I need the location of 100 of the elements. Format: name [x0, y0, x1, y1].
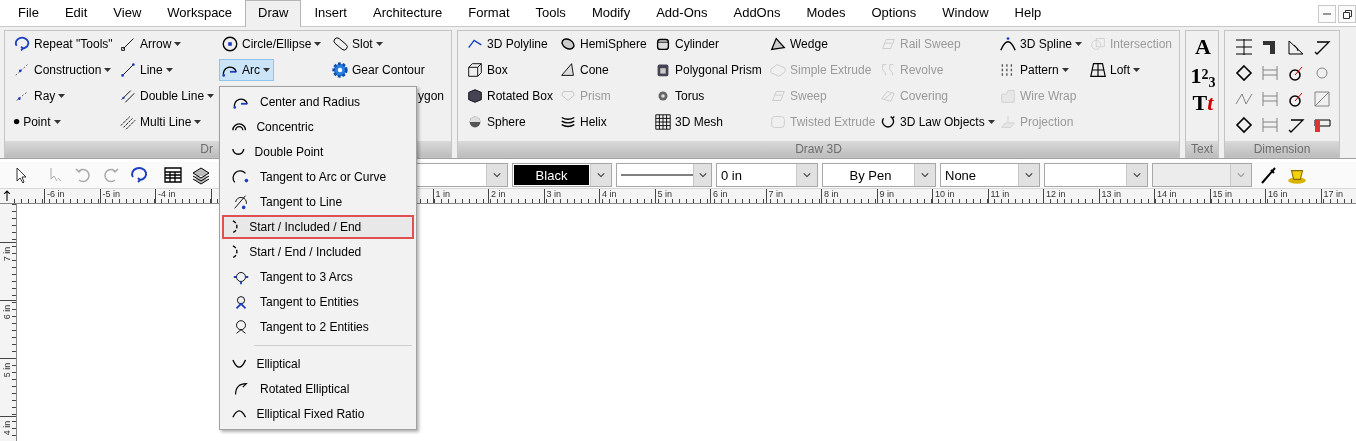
caret-icon	[207, 94, 215, 98]
ribbon-tool-button[interactable]: Helix	[557, 111, 611, 133]
ribbon-tool-button[interactable]: HemiSphere	[557, 33, 651, 55]
menu-tab[interactable]: Modes	[793, 0, 859, 26]
caret-icon	[1133, 68, 1140, 72]
ribbon-tool-button[interactable]: Arrow	[117, 33, 186, 55]
slot-icon	[331, 35, 349, 53]
ribbon-tool-button[interactable]: Wedge	[767, 33, 832, 55]
ribbon-tool-button[interactable]: Construction	[11, 59, 116, 81]
restore-button[interactable]	[1338, 5, 1356, 23]
pencil-icon	[1259, 165, 1279, 185]
ribbon-tool-button[interactable]: Slot	[329, 33, 387, 55]
text-tool-button[interactable]: A	[1195, 35, 1211, 59]
ruler-label: 14 in	[1157, 189, 1177, 199]
dropdown-field[interactable]: By Pen	[822, 163, 936, 187]
ribbon-tool-button[interactable]: Gear Contour	[329, 59, 429, 81]
ribbon-tool-button[interactable]: Double Line	[117, 85, 219, 107]
ruler-label: 4 in	[2, 419, 12, 438]
menu-item[interactable]: Elliptical	[222, 352, 414, 376]
ribbon-tool-button[interactable]: Box	[464, 59, 512, 81]
menu-item[interactable]: Tangent to 2 Entities	[222, 315, 414, 339]
ruler-label: 6 in	[713, 189, 728, 199]
ribbon-tool-button[interactable]: Loft	[1087, 59, 1144, 81]
menu-item[interactable]: Rotated Elliptical	[222, 377, 414, 401]
repeat-icon	[129, 165, 149, 185]
menu-tab[interactable]: File	[5, 0, 52, 26]
caret-icon	[263, 68, 270, 72]
menu-tab[interactable]: Architecture	[359, 0, 456, 26]
menu-tab[interactable]: AddOns	[720, 0, 794, 26]
ribbon-tool-button[interactable]: Cone	[557, 59, 613, 81]
menu-tab[interactable]: Format	[455, 0, 523, 26]
menu-item[interactable]: Start / End / Included	[222, 240, 414, 264]
dropdown-field[interactable]: None	[940, 163, 1040, 187]
menu-item[interactable]: Center and Radius	[222, 90, 414, 114]
caret-icon	[104, 68, 112, 72]
dimension-icon	[1234, 63, 1254, 83]
dropdown-field[interactable]	[1044, 163, 1148, 187]
spline-icon	[999, 35, 1017, 53]
ruler-label: 1 in	[435, 189, 450, 199]
undo-icon	[73, 165, 93, 185]
hemisphere-icon	[559, 35, 577, 53]
ribbon-tool-button[interactable]: 3D Spline	[997, 33, 1087, 55]
menu-tab[interactable]: Edit	[51, 0, 101, 26]
menu-item[interactable]: Elliptical Fixed Ratio	[222, 402, 414, 426]
caret-icon	[375, 42, 383, 46]
ribbon-tool-button[interactable]: 3D Law Objects	[877, 111, 999, 133]
menu-tab[interactable]: Options	[858, 0, 930, 26]
dropdown-field[interactable]	[616, 163, 712, 187]
gear-icon	[331, 61, 349, 79]
arc-icon	[232, 168, 250, 186]
menu-item[interactable]: Start / Included / End	[222, 215, 414, 239]
menu-item[interactable]: Tangent to Entities	[222, 290, 414, 314]
menu-tab[interactable]: Draw	[245, 0, 302, 27]
ruler-label: 9 in	[879, 189, 894, 199]
elliptical-arc-icon	[232, 358, 247, 370]
ribbon-tool-button[interactable]: Torus	[652, 85, 709, 107]
ribbon-tool-button[interactable]: Arc	[219, 59, 274, 81]
arc-icon	[232, 245, 240, 259]
ribbon-tool-button[interactable]: Ray	[11, 85, 70, 107]
ribbon-tool-button[interactable]: Repeat "Tools"	[11, 33, 117, 55]
panel-title: Draw 3D	[458, 141, 1179, 157]
caret-icon	[314, 42, 322, 46]
dropdown-field[interactable]: Black	[512, 163, 612, 187]
ribbon-tool-button[interactable]: Multi Line	[117, 111, 206, 133]
text-tool-button[interactable]: Tt	[1192, 91, 1214, 115]
minimize-icon	[1323, 13, 1331, 15]
dropdown-field[interactable]: 0 in	[716, 163, 818, 187]
line-style-icon	[621, 173, 693, 177]
restore-icon	[1342, 9, 1352, 19]
dimension-icon	[1234, 37, 1254, 57]
multi-line-icon	[119, 113, 137, 131]
menu-tab[interactable]: View	[100, 0, 155, 26]
ribbon-tool-button[interactable]: Polygonal Prism	[652, 59, 766, 81]
ruler-label: 10 in	[935, 189, 955, 199]
ribbon-tool-button[interactable]: Rotated Box	[464, 85, 558, 107]
arc-icon	[232, 147, 245, 157]
ribbon-tool-button[interactable]: Line	[117, 59, 177, 81]
menu-tab[interactable]: Modify	[578, 0, 644, 26]
ribbon-tool-button[interactable]: Point	[11, 111, 65, 133]
ribbon-tool-button[interactable]: Circle/Ellipse	[219, 33, 326, 55]
double-line-icon	[119, 87, 137, 105]
menu-tab[interactable]: Insert	[301, 0, 360, 26]
ribbon-tool-button[interactable]: 3D Polyline	[464, 33, 552, 55]
ruler-label: 15 in	[1212, 189, 1233, 199]
menu-item[interactable]: Tangent to Arc or Curve	[222, 165, 414, 189]
ribbon-tool-button[interactable]: Cylinder	[652, 33, 723, 55]
menu-tab[interactable]: Workspace	[154, 0, 246, 26]
arc-icon	[232, 193, 250, 211]
menu-item[interactable]: Tangent to 3 Arcs	[222, 265, 414, 289]
menu-tab[interactable]: Add-Ons	[643, 0, 721, 26]
menu-tab[interactable]: Help	[1001, 0, 1055, 26]
menu-item[interactable]: Tangent to Line	[222, 190, 414, 214]
menu-item[interactable]: Concentric	[222, 115, 414, 139]
ribbon-tool-button[interactable]: Pattern	[997, 59, 1073, 81]
ribbon-tool-button[interactable]: 3D Mesh	[652, 111, 728, 133]
dimension-icon	[1312, 89, 1332, 109]
ruler-label: 4 in	[602, 189, 617, 199]
menu-tab[interactable]: Window	[929, 0, 1002, 26]
menu-tab[interactable]: Tools	[522, 0, 579, 26]
ribbon-tool-button[interactable]: Sphere	[464, 111, 530, 133]
